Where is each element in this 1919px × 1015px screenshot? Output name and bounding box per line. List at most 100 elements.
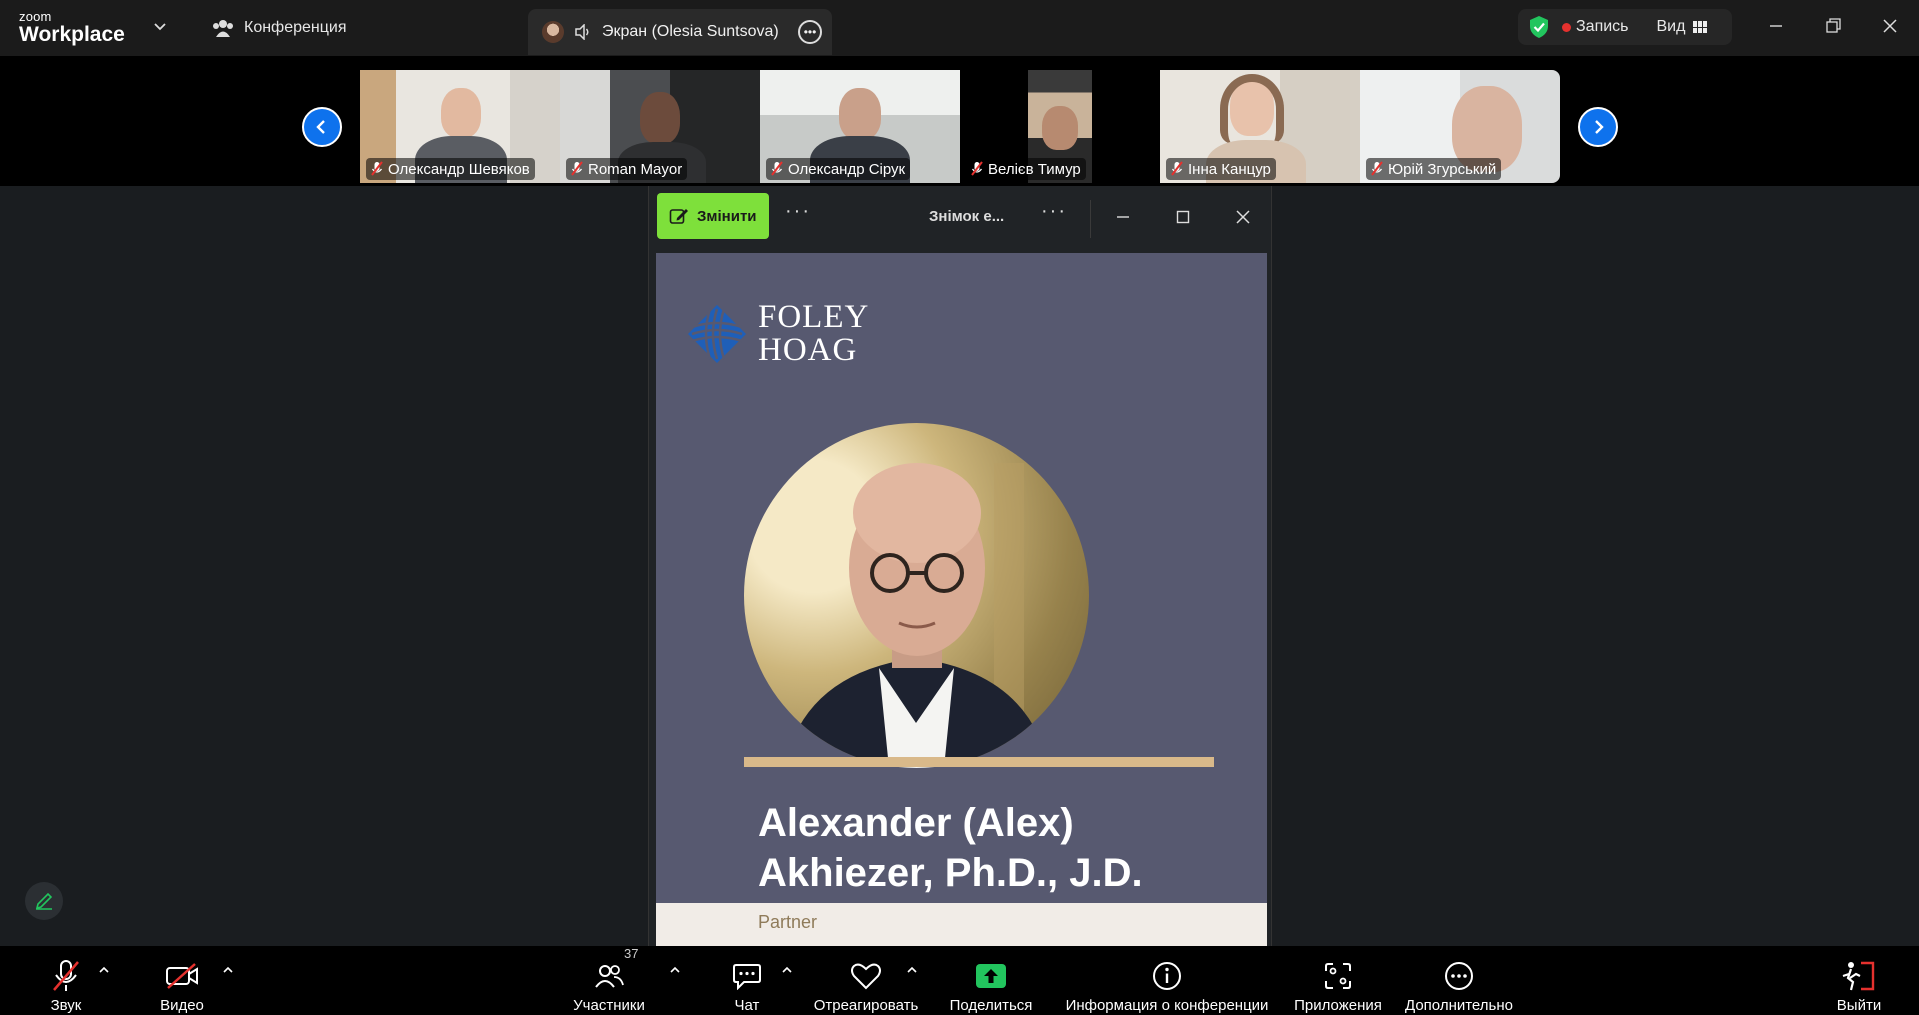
tab-conference[interactable]: Конференция [212, 16, 347, 40]
participant-tile[interactable]: Roman Mayor [560, 70, 760, 183]
muted-mic-icon [571, 161, 583, 176]
meeting-info-button[interactable]: Информация о конференции [1062, 946, 1272, 1015]
record-label: Запись [1576, 18, 1629, 35]
participant-tile[interactable]: Олександр Сірук [760, 70, 960, 183]
share-screen-button[interactable]: Поделиться [949, 946, 1033, 1015]
window-title: Знімок е... [929, 208, 1005, 225]
more-options-icon[interactable]: ••• [798, 20, 822, 44]
participants-label: Участники [573, 997, 645, 1014]
snipping-toolbar: Змінити ··· Знімок е... ··· [649, 186, 1271, 252]
chat-button[interactable]: Чат [726, 946, 768, 1015]
maximize-icon[interactable] [1174, 208, 1192, 226]
participant-name-tag: Інна Канцур [1166, 158, 1276, 180]
participant-tile[interactable]: Юрій Згурський [1360, 70, 1560, 183]
apps-icon [1325, 963, 1351, 989]
react-button[interactable]: Отреагировать [813, 946, 919, 1015]
chat-icon [733, 964, 761, 990]
shield-check-icon [1530, 16, 1548, 38]
more-button[interactable]: Дополнительно [1402, 946, 1516, 1015]
shared-window: Змінити ··· Знімок е... ··· FOLEY HOAG A… [648, 186, 1272, 946]
logo-line-1: FOLEY [758, 299, 870, 335]
chat-label: Чат [734, 997, 760, 1014]
participant-name: Олександр Шевяков [388, 160, 530, 178]
more-options-icon[interactable]: ··· [785, 200, 811, 223]
participants-button[interactable]: 37 Участники [571, 946, 647, 1015]
recording-status[interactable]: Запись Вид [1518, 9, 1732, 45]
participant-name-tag: Олександр Шевяков [366, 158, 535, 180]
meeting-info-label: Информация о конференции [1065, 997, 1269, 1014]
close-icon[interactable] [1878, 14, 1902, 38]
chevron-up-icon[interactable] [906, 964, 918, 976]
avatar [542, 21, 564, 43]
chevron-down-icon[interactable] [152, 18, 168, 34]
more-icon [1445, 962, 1473, 990]
participant-name: Велієв Тимур [988, 160, 1081, 178]
chevron-up-icon[interactable] [781, 964, 793, 976]
participant-tile[interactable]: Інна Канцур [1160, 70, 1360, 183]
react-label: Отреагировать [813, 997, 919, 1014]
exit-door-icon [1842, 961, 1875, 991]
muted-mic-icon [771, 161, 783, 176]
apps-label: Приложения [1294, 997, 1382, 1014]
participants-icon [213, 20, 233, 37]
participant-name-tag: Велієв Тимур [966, 158, 1086, 180]
chevron-up-icon[interactable] [222, 964, 234, 976]
chevron-right-icon [1595, 120, 1604, 134]
more-options-icon[interactable]: ··· [1041, 200, 1067, 223]
participants-icon [595, 965, 624, 988]
foley-hoag-logo-mark [688, 305, 746, 363]
camera-off-icon [166, 963, 198, 989]
tab-conference-label: Конференция [244, 19, 347, 36]
shared-screen-area: Змінити ··· Знімок е... ··· FOLEY HOAG A… [0, 186, 1919, 946]
participant-name: Олександр Сірук [788, 160, 906, 178]
edit-button[interactable]: Змінити [657, 193, 769, 239]
video-label: Видео [160, 997, 204, 1014]
chevron-left-icon [316, 120, 325, 134]
participant-filmstrip: Олександр Шевяков Roman Mayor Олександр … [0, 56, 1919, 186]
profile-name: Alexander (Alex) Akhiezer, Ph.D., J.D. [758, 798, 1143, 898]
muted-mic-icon [971, 161, 983, 176]
previous-page-button[interactable] [302, 107, 342, 147]
zoom-workplace-logo[interactable]: zoom Workplace [19, 10, 125, 45]
minimize-icon[interactable] [1114, 208, 1132, 226]
share-screen-icon [976, 964, 1006, 988]
video-button[interactable]: Видео [158, 946, 206, 1015]
chevron-up-icon[interactable] [669, 964, 681, 976]
participants-count: 37 [624, 946, 639, 961]
restore-icon[interactable] [1821, 14, 1845, 38]
participant-name-tag: Юрій Згурський [1366, 158, 1502, 180]
tab-screen-share[interactable]: Экран (Olesia Suntsova) ••• [528, 9, 832, 55]
participant-tile[interactable]: Велієв Тимур [960, 70, 1160, 183]
logo-line-2: HOAG [758, 332, 858, 368]
participant-name: Інна Канцур [1188, 160, 1271, 178]
meeting-controls: Звук Видео 37 Участники Чат Отреагироват… [0, 946, 1919, 1015]
profile-slide: FOLEY HOAG Alexander (Alex) Akhiezer, Ph… [656, 253, 1267, 946]
next-page-button[interactable] [1578, 107, 1618, 147]
minimize-icon[interactable] [1764, 14, 1788, 38]
more-label: Дополнительно [1405, 997, 1513, 1014]
audio-button[interactable]: Звук [44, 946, 88, 1015]
muted-mic-icon [1371, 161, 1383, 176]
audio-label: Звук [50, 997, 82, 1014]
leave-button[interactable]: Выйти [1836, 946, 1882, 1015]
microphone-muted-icon [53, 960, 79, 991]
view-button[interactable]: Вид [1657, 18, 1686, 36]
participant-tile[interactable]: Олександр Шевяков [360, 70, 560, 183]
chevron-up-icon[interactable] [98, 964, 110, 976]
apps-button[interactable]: Приложения [1291, 946, 1385, 1015]
divider [744, 757, 1214, 767]
participant-name: Roman Mayor [588, 160, 683, 178]
leave-label: Выйти [1836, 997, 1882, 1014]
heart-icon [851, 963, 881, 990]
title-bar: zoom Workplace Конференция Экран (Olesia… [0, 0, 1919, 56]
tab-screen-label: Экран (Olesia Suntsova) [602, 23, 779, 40]
annotate-button[interactable] [25, 882, 63, 920]
profile-name-line-1: Alexander (Alex) [758, 801, 1074, 845]
divider [1090, 200, 1091, 238]
muted-mic-icon [1171, 161, 1183, 176]
edit-image-icon [669, 209, 688, 224]
close-icon[interactable] [1234, 208, 1252, 226]
info-icon [1153, 962, 1181, 990]
record-dot-icon [1562, 22, 1571, 32]
participant-name: Юрій Згурський [1388, 160, 1497, 178]
